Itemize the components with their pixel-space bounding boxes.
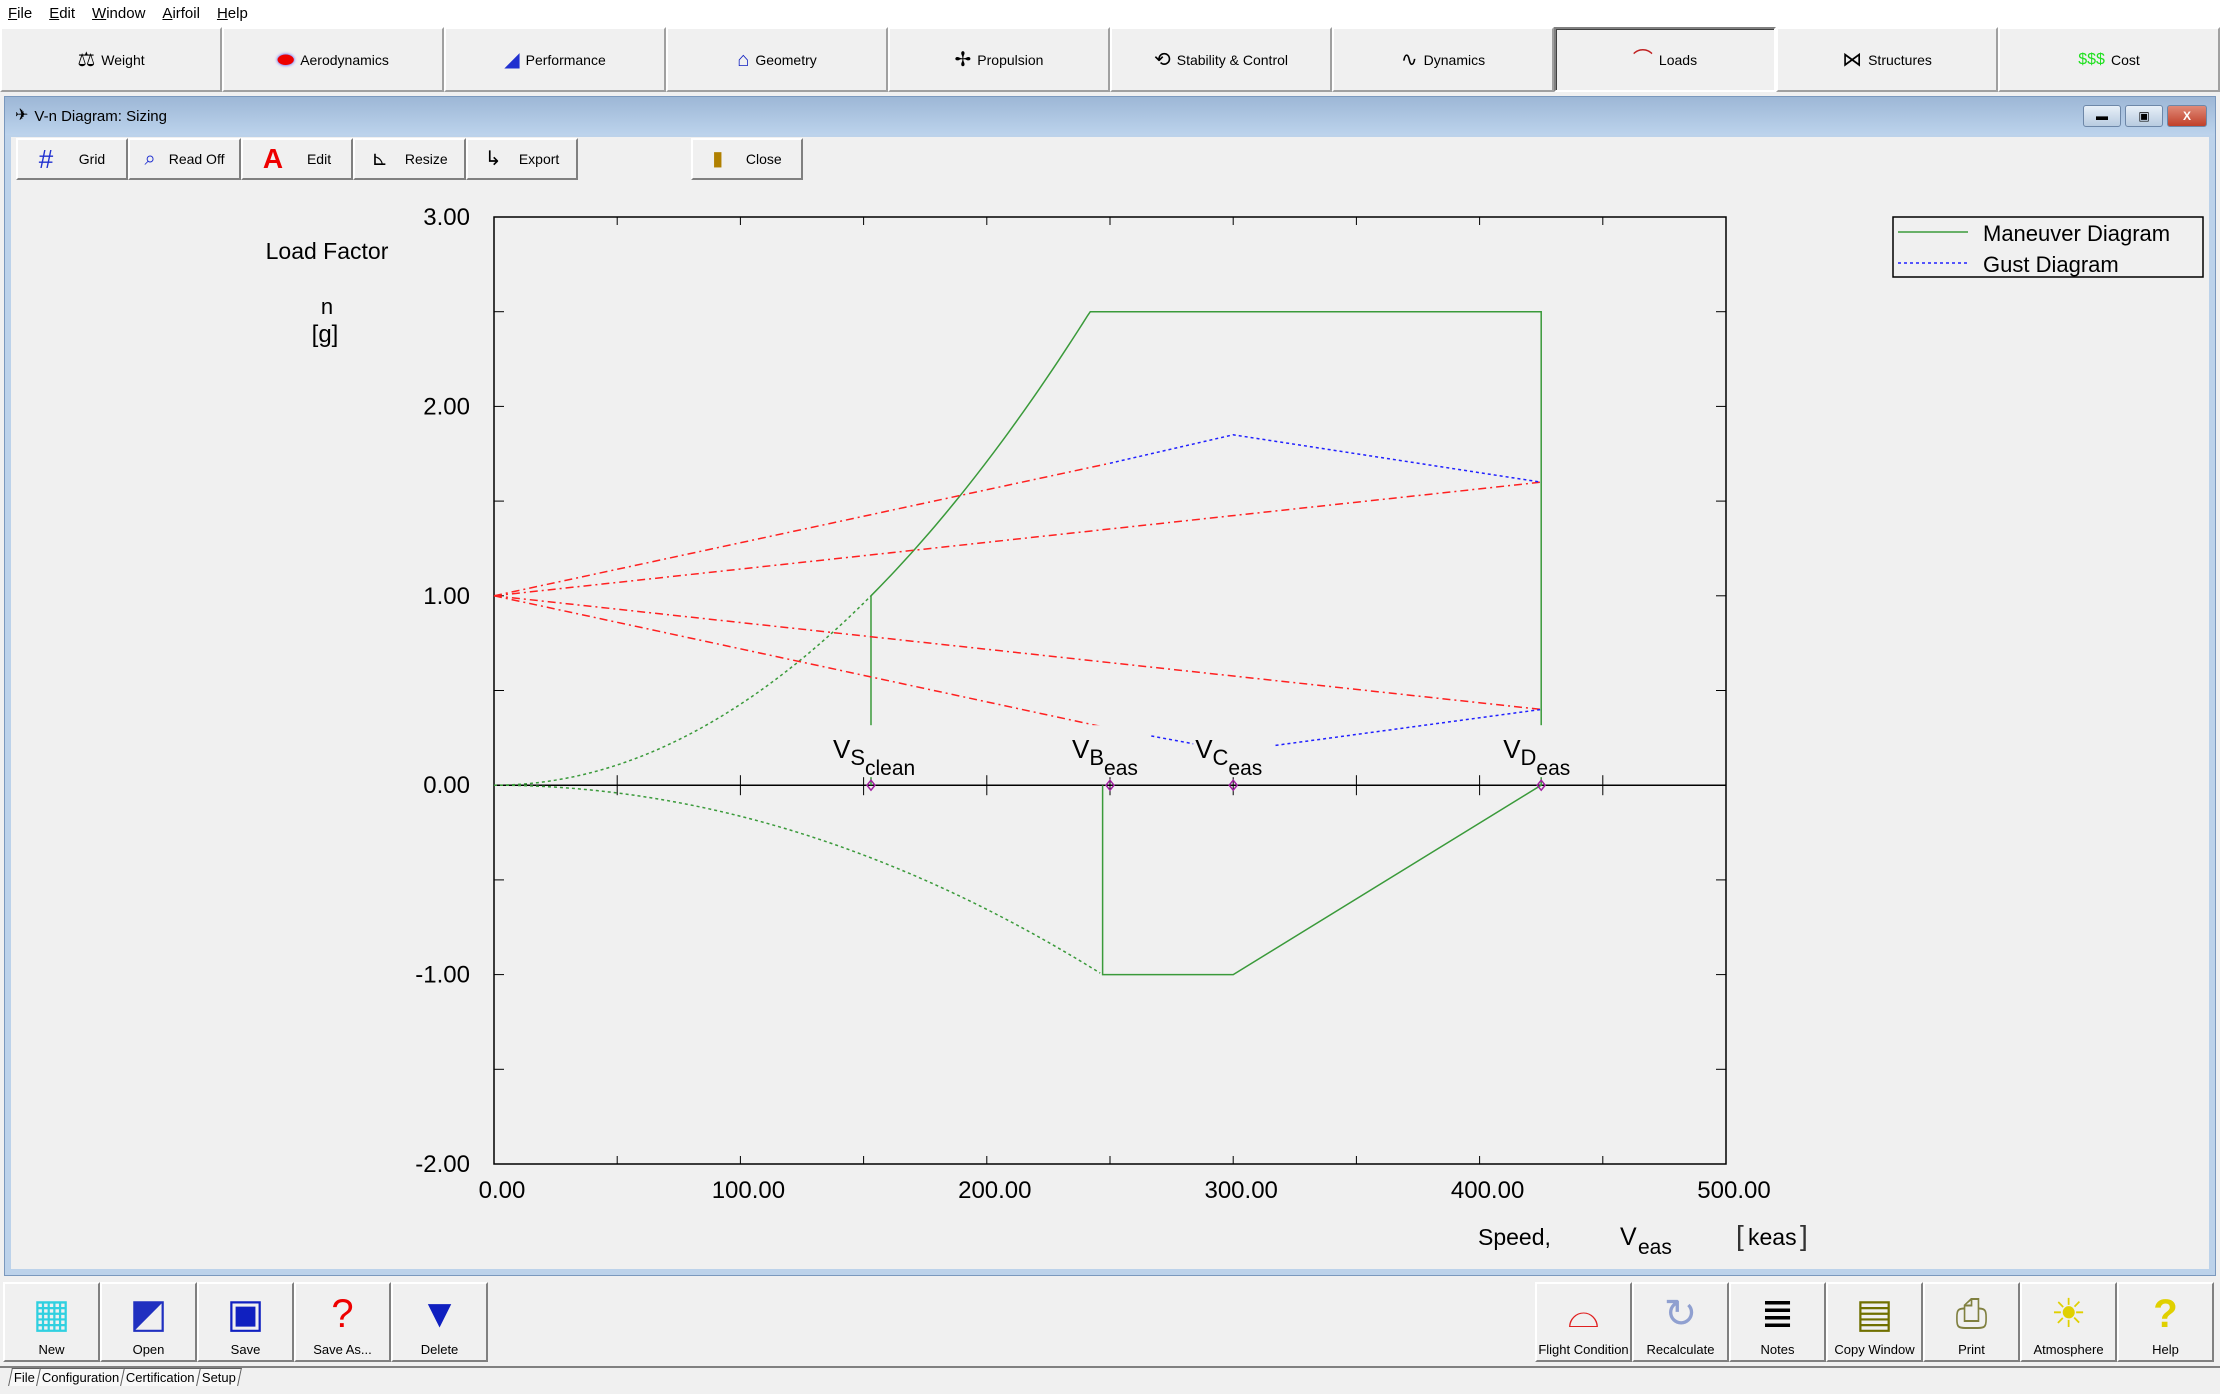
printer-icon: ⎙ <box>1955 1292 1988 1336</box>
gust-line-ray <box>493 595 1542 711</box>
gust-envelope-upper <box>1109 434 1542 483</box>
question-icon: ? <box>2153 1292 2178 1336</box>
recalculate-button[interactable]: ↻ Recalculate <box>1632 1282 1729 1362</box>
bottom-toolbar-right: ⌓ Flight Condition ↻ Recalculate ≣ Notes ▤ C… <box>1535 1282 2214 1362</box>
x-tick-label: 200.00 <box>958 1177 1031 1204</box>
bottom-toolbar-left: ▦ New ◩ Open ▣ Save ? Save As... ▼ Delete <box>3 1282 488 1362</box>
x-axis-subscript: eas <box>1638 1236 1672 1259</box>
x-axis-unit: keas <box>1748 1224 1797 1250</box>
y-tick-label: -1.00 <box>415 962 470 989</box>
sun-cloud-icon: ☀ <box>2050 1292 2087 1336</box>
y-axis-symbol: n <box>321 294 333 319</box>
open-button[interactable]: ◩ Open <box>100 1282 197 1362</box>
notes-button[interactable]: ≣ Notes <box>1729 1282 1826 1362</box>
legend-gust-label: Gust Diagram <box>1983 252 2119 277</box>
floppy-icon: ▣ <box>226 1292 265 1336</box>
x-axis-symbol: V <box>1620 1223 1637 1251</box>
help-button[interactable]: ? Help <box>2117 1282 2214 1362</box>
vn-chart: 0.00 100.00 200.00 300.00 400.00 500.00 3.00 2.… <box>266 204 2204 1259</box>
trash-icon: ▼ <box>419 1292 460 1336</box>
legend-maneuver-label: Maneuver Diagram <box>1983 221 2170 246</box>
maneuver-envelope-line <box>870 310 1542 976</box>
delete-button[interactable]: ▼ Delete <box>391 1282 488 1362</box>
open-folder-icon: ◩ <box>129 1292 168 1336</box>
x-axis-label: Speed, <box>1478 1224 1551 1250</box>
new-file-icon: ▦ <box>32 1292 71 1336</box>
gust-line-ray <box>493 462 1111 597</box>
flight-profile-icon: ⌓ <box>1567 1292 1600 1336</box>
save-as-button[interactable]: ? Save As... <box>294 1282 391 1362</box>
gust-line-ray <box>493 481 1542 597</box>
tab-setup[interactable]: Setup <box>196 1368 242 1386</box>
floppy-question-icon: ? <box>331 1292 354 1336</box>
atmosphere-button[interactable]: ☀ Atmosphere <box>2020 1282 2117 1362</box>
x-axis-unit-bracket: [ <box>1736 1220 1744 1251</box>
tab-configuration[interactable]: Configuration <box>36 1368 126 1386</box>
y-tick-label: 3.00 <box>423 204 470 231</box>
tab-divider <box>0 1366 2220 1368</box>
x-axis-unit-bracket: ] <box>1800 1220 1808 1251</box>
notes-icon: ≣ <box>1760 1292 1795 1336</box>
gust-envelope-lower <box>1109 708 1542 752</box>
positive-stall-curve <box>493 595 872 786</box>
tab-certification[interactable]: Certification <box>120 1368 201 1386</box>
y-tick-label: 1.00 <box>423 583 470 610</box>
x-tick-label: 300.00 <box>1204 1177 1277 1204</box>
negative-stall-curve <box>493 784 1101 974</box>
gust-line-ray <box>493 595 1111 730</box>
bottom-tabs: File Configuration Certification Setup <box>8 1368 242 1386</box>
x-tick-label: 500.00 <box>1697 1177 1770 1204</box>
y-tick-label: 0.00 <box>423 772 470 799</box>
clipboard-icon: ▤ <box>1855 1292 1894 1336</box>
flight-condition-button[interactable]: ⌓ Flight Condition <box>1535 1282 1632 1362</box>
y-axis-label: Load Factor <box>266 238 389 264</box>
calculator-icon: ↻ <box>1663 1292 1698 1336</box>
save-button[interactable]: ▣ Save <box>197 1282 294 1362</box>
y-tick-label: -2.00 <box>415 1151 470 1178</box>
x-tick-label: 100.00 <box>712 1177 785 1204</box>
x-tick-label: 0.00 <box>479 1177 526 1204</box>
new-button[interactable]: ▦ New <box>3 1282 100 1362</box>
copy-window-button[interactable]: ▤ Copy Window <box>1826 1282 1923 1362</box>
y-tick-label: 2.00 <box>423 393 470 420</box>
x-tick-label: 400.00 <box>1451 1177 1524 1204</box>
print-button[interactable]: ⎙ Print <box>1923 1282 2020 1362</box>
legend: Maneuver Diagram Gust Diagram <box>1892 216 2204 278</box>
y-axis-unit: [g] <box>312 321 339 348</box>
